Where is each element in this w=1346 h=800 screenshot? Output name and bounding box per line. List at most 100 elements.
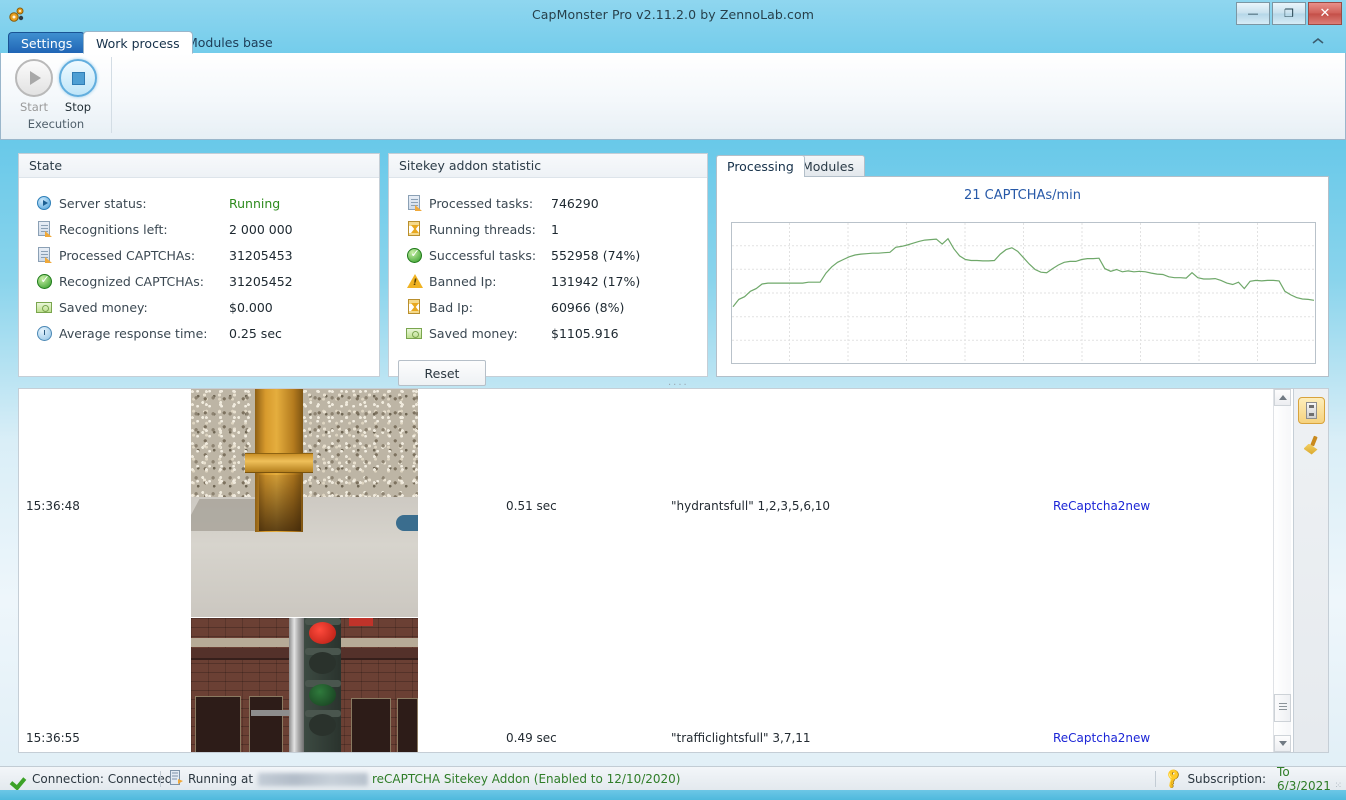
sitekey-value: 60966 (8%) (551, 300, 624, 315)
running-at-value-redacted (258, 773, 368, 786)
grip-lines-icon (1279, 703, 1287, 704)
minimize-button[interactable]: — (1236, 2, 1270, 25)
result-time: 15:36:55 (26, 731, 80, 745)
table-row[interactable]: 15:36:55 (19, 618, 1293, 753)
state-value: 2 000 000 (229, 222, 293, 237)
key-icon: 🔑 (1162, 767, 1185, 790)
result-captcha-type[interactable]: ReCaptcha2new (1053, 499, 1150, 513)
recognitions-icon (170, 770, 183, 788)
chevron-up-icon[interactable] (1310, 36, 1326, 49)
chevron-down-icon (1279, 741, 1287, 746)
maximize-button[interactable]: ❐ (1272, 2, 1306, 25)
captchas-per-min-chart (731, 222, 1316, 364)
broom-clear-icon (1302, 436, 1322, 456)
state-label: Recognized CAPTCHAs: (59, 274, 229, 289)
state-label: Server status: (59, 196, 229, 211)
processed-captchas-icon (35, 247, 55, 263)
server-status-icon (35, 195, 55, 211)
traffic-light-captcha-image[interactable] (191, 618, 418, 753)
state-label: Recognitions left: (59, 222, 229, 237)
stop-button[interactable]: Stop (52, 59, 104, 114)
state-row-server-status: Server status: Running (35, 190, 379, 216)
sitekey-label: Banned Ip: (429, 274, 551, 289)
state-panel-title: State (19, 154, 379, 178)
results-scrollbar[interactable] (1273, 389, 1290, 752)
recognized-captchas-icon (35, 273, 55, 289)
ribbon-separator (111, 57, 112, 133)
state-row-recognitions-left: Recognitions left: 2 000 000 (35, 216, 379, 242)
ribbon-bar: Start Stop Execution (0, 53, 1346, 140)
processed-tasks-icon (405, 195, 425, 211)
chart-svg (731, 222, 1316, 364)
result-answer: "hydrantsfull" 1,2,3,5,6,10 (671, 499, 830, 513)
sitekey-label: Successful tasks: (429, 248, 551, 263)
scrollbar-thumb[interactable] (1274, 694, 1291, 722)
running-at-label: Running at (188, 772, 253, 786)
window-title: CapMonster Pro v2.11.2.0 by ZennoLab.com (0, 7, 1346, 22)
sitekey-row-running-threads: Running threads: 1 (405, 216, 707, 242)
sitekey-label: Processed tasks: (429, 196, 551, 211)
result-answer: "trafficlightsfull" 3,7,11 (671, 731, 811, 745)
state-label: Average response time: (59, 326, 229, 341)
clear-list-button[interactable] (1298, 432, 1325, 459)
sitekey-value: 552958 (74%) (551, 248, 640, 263)
addon-status: reCAPTCHA Sitekey Addon (Enabled to 12/1… (372, 771, 680, 787)
saved-money-icon (35, 299, 55, 315)
cartridge-button[interactable] (1298, 397, 1325, 424)
state-label: Processed CAPTCHAs: (59, 248, 229, 263)
sitekey-value: 131942 (17%) (551, 274, 640, 289)
sitekey-value: 1 (551, 222, 559, 237)
running-threads-icon (405, 221, 425, 237)
fire-hydrant-captcha-image[interactable] (191, 389, 418, 617)
sitekey-row-bad-ip: Bad Ip: 60966 (8%) (405, 294, 707, 320)
result-time: 15:36:48 (26, 499, 80, 513)
result-captcha-type[interactable]: ReCaptcha2new (1053, 731, 1150, 745)
average-response-time-icon (35, 325, 55, 341)
result-duration: 0.51 sec (506, 499, 557, 513)
processing-chart-panel: Processing Modules 21 CAPTCHAs/min (716, 155, 1329, 377)
results-list[interactable]: 15:36:48 0.51 sec "hydrantsfull" 1,2,3,5… (18, 388, 1294, 753)
scroll-up-button[interactable] (1274, 389, 1291, 406)
sitekey-label: Saved money: (429, 326, 551, 341)
running-at-status: Running at (170, 771, 368, 787)
state-row-average-response-time: Average response time: 0.25 sec (35, 320, 379, 346)
ribbon-tab-strip: Settings Work process Modules base (0, 30, 1346, 54)
play-icon (15, 59, 53, 97)
state-value: 31205453 (229, 248, 293, 263)
state-label: Saved money: (59, 300, 229, 315)
window-bottom-edge (0, 790, 1346, 800)
close-button[interactable]: ✕ (1308, 2, 1342, 25)
banned-ip-icon (405, 273, 425, 289)
ribbon-group-label: Execution (1, 117, 111, 131)
sitekey-row-saved-money: Saved money: $1105.916 (405, 320, 707, 346)
sitekey-addon-statistic-panel: Sitekey addon statistic Processed tasks:… (388, 153, 708, 377)
result-duration: 0.49 sec (506, 731, 557, 745)
tab-work-process[interactable]: Work process (83, 31, 193, 54)
application-window: CapMonster Pro v2.11.2.0 by ZennoLab.com… (0, 0, 1346, 800)
table-row[interactable]: 15:36:48 0.51 sec "hydrantsfull" 1,2,3,5… (19, 389, 1293, 618)
sitekey-row-successful-tasks: Successful tasks: 552958 (74%) (405, 242, 707, 268)
state-value: Running (229, 196, 280, 211)
chart-title: 21 CAPTCHAs/min (717, 188, 1328, 203)
cartridge-icon (1306, 402, 1317, 419)
subscription-status: 🔑 Subscription: To 6/3/2021 (1165, 771, 1346, 787)
window-controls: — ❐ ✕ (1236, 2, 1342, 26)
check-icon (12, 772, 27, 786)
scroll-down-button[interactable] (1274, 735, 1291, 752)
resize-grip-icon[interactable]: ⁙ (1334, 784, 1342, 788)
tab-processing[interactable]: Processing (716, 155, 805, 177)
state-row-recognized-captchas: Recognized CAPTCHAs: 31205452 (35, 268, 379, 294)
sitekey-value: 746290 (551, 196, 599, 211)
stop-button-label: Stop (52, 100, 104, 114)
connection-status-label: Connection: Connected (32, 772, 172, 786)
panel-splitter[interactable]: ···· (18, 377, 1329, 387)
successful-tasks-icon (405, 247, 425, 263)
status-bar: Connection: Connected Running at reCAPTC… (0, 766, 1346, 790)
subscription-label: Subscription: (1187, 772, 1266, 786)
state-rows: Server status: Running Recognitions left… (19, 178, 379, 346)
tab-settings[interactable]: Settings (8, 32, 85, 54)
sitekey-row-banned-ip: Banned Ip: 131942 (17%) (405, 268, 707, 294)
state-row-processed-captchas: Processed CAPTCHAs: 31205453 (35, 242, 379, 268)
scrollbar-track[interactable] (1274, 406, 1291, 735)
state-value: $0.000 (229, 300, 273, 315)
